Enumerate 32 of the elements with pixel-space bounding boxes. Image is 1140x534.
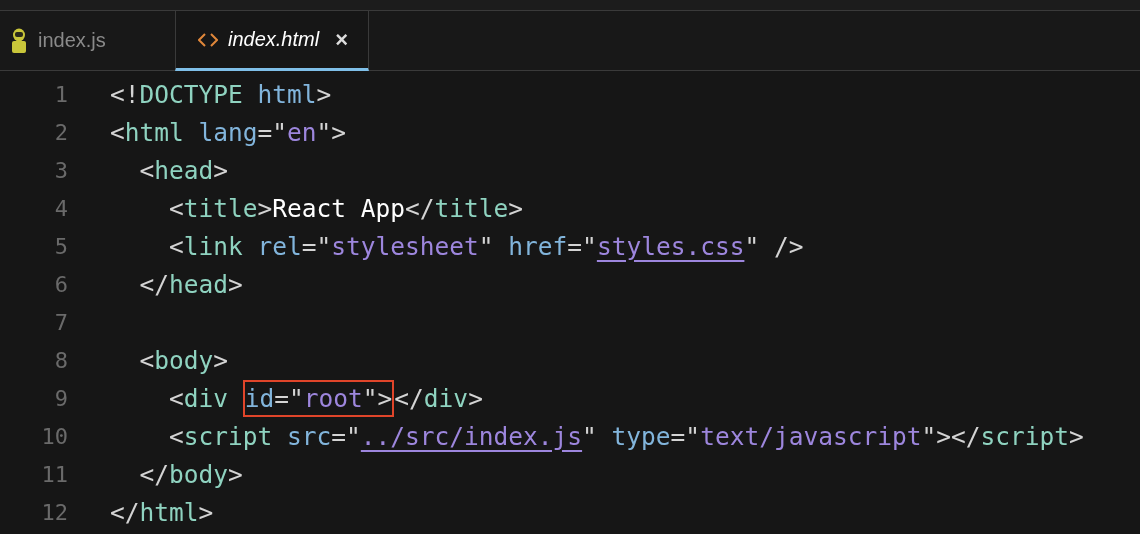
line-number: 2 [53, 119, 68, 145]
code-line: <script src="../src/index.js" type="text/javascript"></script> [168, 421, 1084, 451]
code-line: </html> [110, 497, 214, 527]
line-number: 7 [53, 309, 68, 335]
code-text: div [423, 383, 469, 413]
file-type-icon [10, 27, 28, 54]
code-text: < [168, 383, 184, 413]
code-line: </body> [138, 459, 243, 489]
code-line: <html lang="en"> [110, 117, 347, 147]
code-line: <title>React App</title> [168, 193, 524, 223]
code-line: </head> [138, 269, 243, 299]
line-number: 10 [40, 423, 68, 449]
line-number: 11 [40, 461, 68, 487]
code-line: <link rel="stylesheet" href="styles.css" /> [168, 231, 804, 261]
line-number: 12 [40, 499, 68, 525]
code-text: </ [394, 383, 424, 413]
code-text: div [183, 383, 230, 413]
code-line: <head> [138, 155, 229, 185]
code-line: <!DOCTYPE html> [110, 79, 332, 109]
highlight-box: id="root"> [242, 379, 395, 417]
line-number: 9 [53, 385, 68, 411]
close-button[interactable]: × [335, 26, 348, 53]
code-icon [198, 32, 218, 47]
code-line: <body> [138, 345, 229, 375]
line-number: 5 [53, 233, 68, 259]
editor-tab[interactable]: index.html × [175, 11, 369, 71]
line-number: 8 [53, 347, 68, 373]
line-number: 3 [53, 157, 68, 183]
code-text: > [468, 383, 483, 413]
line-number: 4 [53, 195, 68, 221]
line-number: 1 [53, 81, 68, 107]
line-number: 6 [53, 271, 68, 297]
